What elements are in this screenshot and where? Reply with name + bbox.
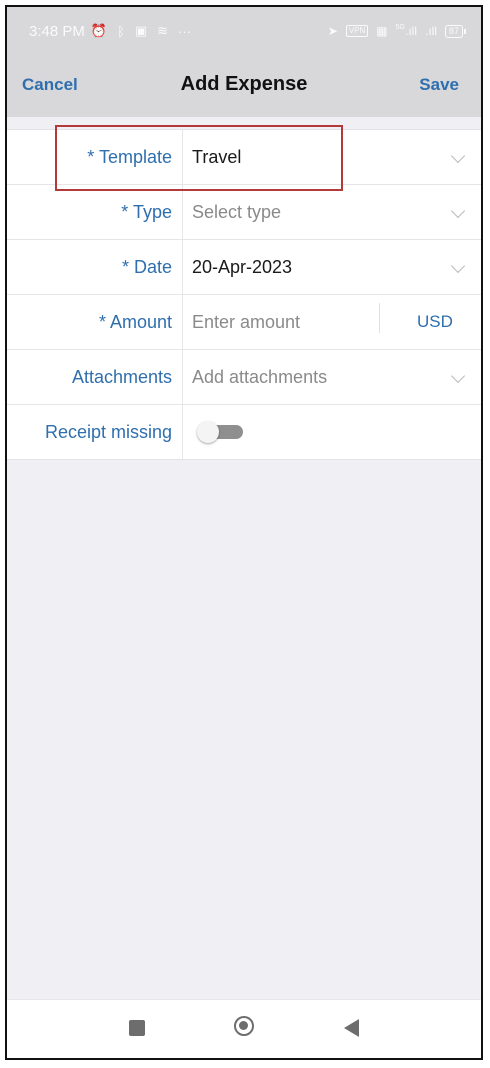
date-label: * Date: [7, 240, 183, 294]
network-icon: 5G.ıll: [395, 24, 417, 38]
amount-input[interactable]: Enter amount USD: [183, 295, 481, 349]
attachments-row[interactable]: Attachments Add attachments: [7, 350, 481, 405]
bluetooth-icon: ᛒ: [117, 23, 125, 39]
amount-label: * Amount: [7, 295, 183, 349]
toggle-knob: [197, 421, 219, 443]
type-placeholder: Select type: [192, 202, 282, 222]
more-icon: ···: [178, 23, 192, 39]
chevron-down-icon: [450, 203, 466, 219]
recent-apps-icon[interactable]: [129, 1020, 145, 1036]
attachments-placeholder: Add attachments: [192, 367, 328, 387]
date-select[interactable]: 20-Apr-2023: [183, 240, 481, 294]
page-title: Add Expense: [180, 73, 308, 95]
vpn-icon: VPN: [345, 25, 369, 37]
receipt-missing-row: Receipt missing: [7, 405, 481, 459]
receipt-missing-toggle[interactable]: [197, 421, 245, 443]
home-icon[interactable]: [234, 1016, 254, 1036]
currency-selector[interactable]: USD: [379, 295, 481, 349]
date-row[interactable]: * Date 20-Apr-2023: [7, 240, 481, 295]
header-bar: Cancel Add Expense Save: [7, 55, 481, 117]
template-highlight-box: [55, 125, 343, 191]
attachments-select[interactable]: Add attachments: [183, 350, 481, 404]
back-icon[interactable]: [344, 1019, 359, 1037]
message-icon: ▣: [134, 23, 148, 38]
phone-frame: 3:48 PM ⏰ ᛒ ▣ ≋ ··· ➤ VPN ▦ 5G.ıll .ıll …: [5, 5, 483, 1060]
receipt-missing-label: Receipt missing: [7, 405, 183, 459]
attachments-label: Attachments: [7, 350, 183, 404]
chevron-down-icon: [450, 368, 466, 384]
save-button[interactable]: Save: [419, 75, 459, 95]
location-icon: ➤: [327, 24, 338, 38]
signal-icon: .ıll: [424, 24, 437, 38]
date-value: 20-Apr-2023: [192, 257, 293, 277]
signal-off-icon: ≋: [157, 23, 169, 38]
amount-row[interactable]: * Amount Enter amount USD: [7, 295, 481, 350]
system-nav-bar: [7, 999, 481, 1058]
battery-icon: 87: [444, 24, 467, 38]
amount-placeholder: Enter amount: [192, 312, 301, 332]
type-select[interactable]: Select type: [183, 185, 481, 239]
type-row[interactable]: * Type Select type: [7, 185, 481, 240]
chevron-down-icon: [450, 148, 466, 164]
sim-icon: ▦: [376, 24, 388, 38]
status-time: 3:48 PM: [29, 22, 85, 40]
type-label: * Type: [7, 185, 183, 239]
currency-code: USD: [417, 312, 453, 331]
chevron-down-icon: [450, 258, 466, 274]
alarm-icon: ⏰: [90, 23, 108, 38]
status-bar: 3:48 PM ⏰ ᛒ ▣ ≋ ··· ➤ VPN ▦ 5G.ıll .ıll …: [7, 7, 481, 55]
